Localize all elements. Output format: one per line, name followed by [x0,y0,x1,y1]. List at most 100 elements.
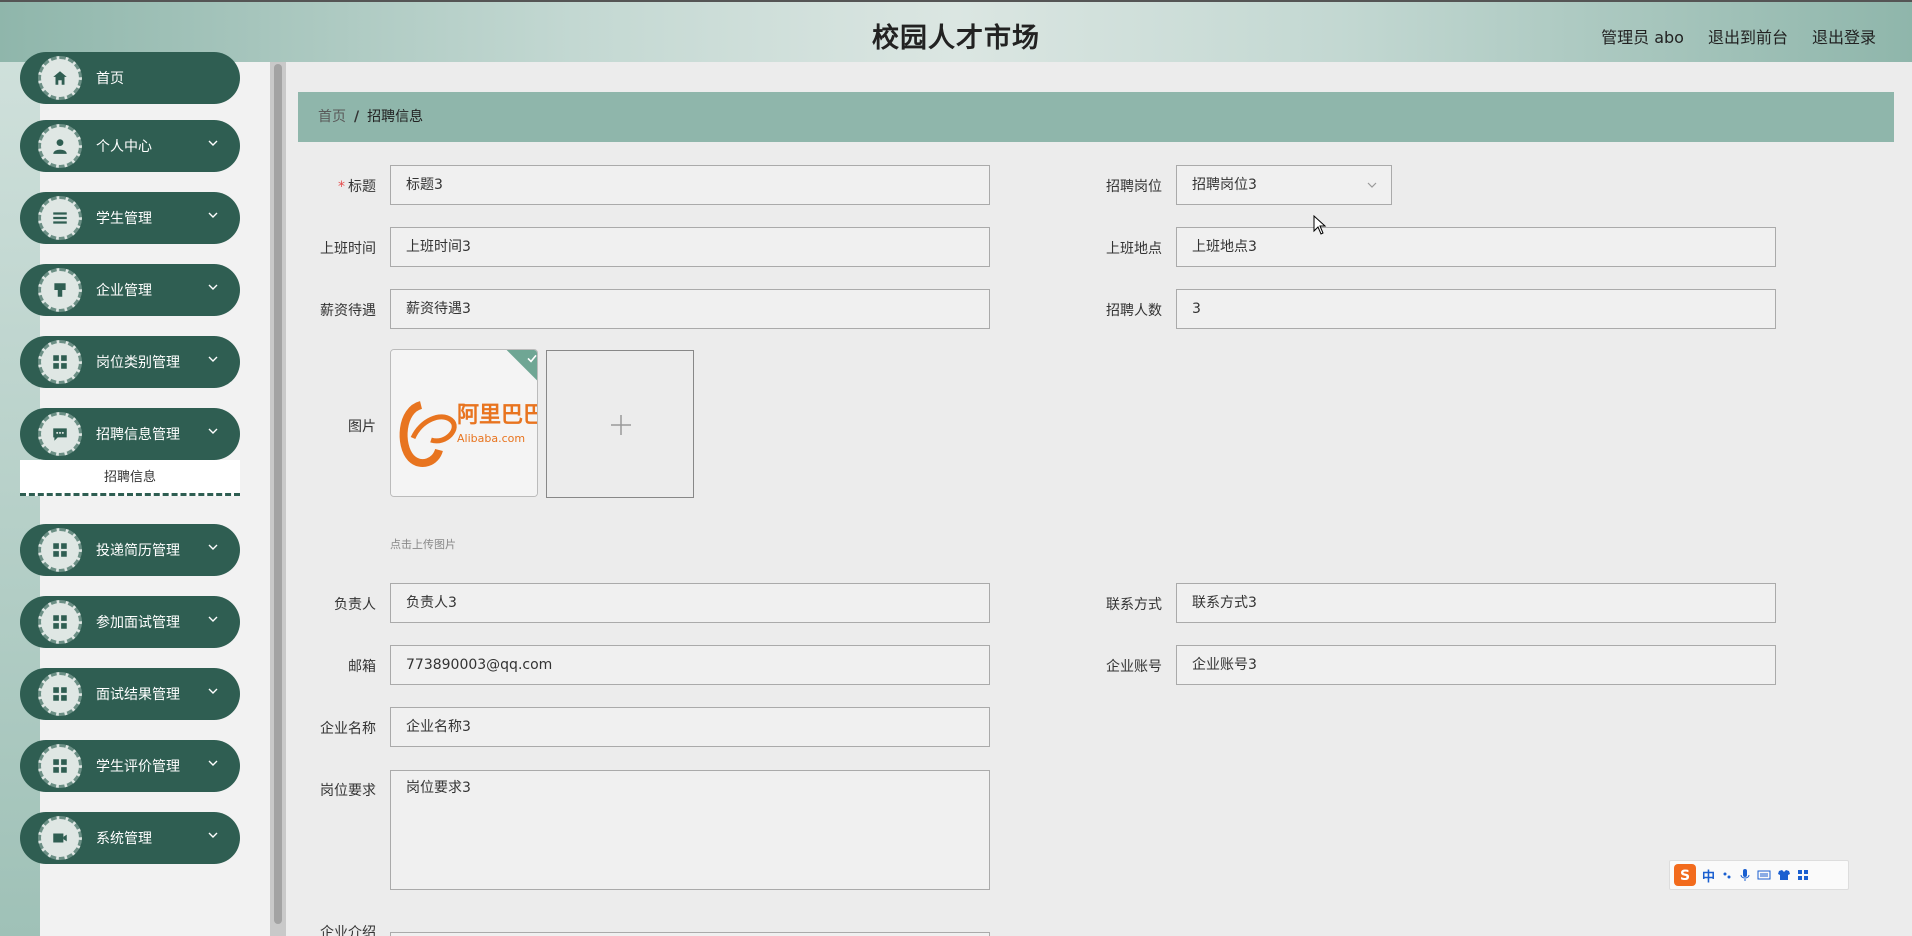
punctuation-icon[interactable] [1721,869,1733,881]
email-input[interactable]: 773890003@qq.com [390,645,990,685]
chevron-down-icon [208,616,218,622]
grid-icon [38,600,82,644]
work-time-label: 上班时间 [320,241,376,257]
intro-label: 企业介绍 [320,925,376,936]
chevron-down-icon [208,544,218,550]
sidebar-item-recruitment[interactable]: 招聘信息管理 [20,408,240,460]
ime-toolbar[interactable]: S 中 [1669,860,1849,890]
sidebar-item-interview-results[interactable]: 面试结果管理 [20,668,240,720]
plus-icon [611,415,631,435]
sidebar-item-personal-center[interactable]: 个人中心 [20,120,240,172]
sidebar-item-label: 学生评价管理 [96,759,180,775]
sidebar-item-label: 招聘信息管理 [96,427,180,443]
top-header: 校园人才市场 管理员 abo 退出到前台 退出登录 [0,0,1912,62]
alibaba-logo: 阿里巴巴 Alibaba.com [391,350,537,496]
logo-text-en: Alibaba.com [457,432,525,445]
message-icon [38,412,82,456]
breadcrumb: 首页 / 招聘信息 [298,92,1894,142]
chevron-down-icon [1367,182,1377,188]
sidebar-scrollbar-thumb[interactable] [274,64,282,924]
chevron-down-icon [208,356,218,362]
chevron-down-icon [208,212,218,218]
grid-icon [38,340,82,384]
sidebar-item-resumes[interactable]: 投递简历管理 [20,524,240,576]
manager-input[interactable]: 负责人3 [390,583,990,623]
sidebar-subitem-recruitment-info[interactable]: 招聘信息 [20,460,240,496]
contact-input[interactable]: 联系方式3 [1176,583,1776,623]
keyboard-icon[interactable] [1757,869,1771,881]
sidebar: 首页 个人中心 学生管理 企业管理 岗位类别管理 招聘信息管理 招聘信息 投递简… [0,52,270,936]
sidebar-item-companies[interactable]: 企业管理 [20,264,240,316]
sidebar-item-label: 首页 [96,71,124,87]
title-input[interactable]: 标题3 [390,165,990,205]
main-content: 首页 / 招聘信息 * 标题 标题3 招聘岗位 招聘岗位3 上班时间 上班时间3 上班… [286,62,1912,936]
check-icon [527,354,537,363]
company-account-input[interactable]: 企业账号3 [1176,645,1776,685]
email-label: 邮箱 [348,659,376,675]
list-icon [38,196,82,240]
home-icon [38,56,82,100]
salary-input[interactable]: 薪资待遇3 [390,289,990,329]
work-place-label: 上班地点 [1106,241,1162,257]
sidebar-item-label: 系统管理 [96,831,152,847]
chevron-down-icon [208,760,218,766]
sidebar-item-interviews[interactable]: 参加面试管理 [20,596,240,648]
headcount-input[interactable]: 3 [1176,289,1776,329]
contact-label: 联系方式 [1106,597,1162,613]
uploaded-image[interactable]: 阿里巴巴 Alibaba.com [390,349,538,497]
chevron-down-icon [208,832,218,838]
sidebar-item-label: 个人中心 [96,139,152,155]
upload-add-button[interactable] [546,350,694,498]
microphone-icon[interactable] [1739,868,1751,882]
position-label: 招聘岗位 [1106,179,1162,195]
back-to-front-link[interactable]: 退出到前台 [1708,24,1788,48]
sidebar-item-label: 参加面试管理 [96,615,180,631]
chevron-up-icon [208,428,218,434]
chevron-down-icon [208,688,218,694]
salary-label: 薪资待遇 [320,303,376,319]
svg-text:S: S [1680,868,1690,884]
video-icon [38,816,82,860]
work-place-input[interactable]: 上班地点3 [1176,227,1776,267]
chevron-down-icon [208,284,218,290]
title-label: * 标题 [286,176,376,196]
position-select[interactable]: 招聘岗位3 [1176,165,1392,205]
mouse-cursor-icon [1313,215,1327,235]
company-account-label: 企业账号 [1106,659,1162,675]
position-select-value: 招聘岗位3 [1192,177,1257,193]
sidebar-item-label: 岗位类别管理 [96,355,180,371]
skin-icon[interactable] [1777,869,1791,881]
required-mark: * [338,179,345,195]
breadcrumb-separator: / [354,109,360,125]
ime-mode[interactable]: 中 [1702,866,1715,885]
sidebar-item-label: 企业管理 [96,283,152,299]
sidebar-item-label: 面试结果管理 [96,687,180,703]
building-icon [38,268,82,312]
sidebar-item-home[interactable]: 首页 [20,52,240,104]
company-name-label: 企业名称 [320,721,376,737]
title-label-text: 标题 [348,179,376,195]
intro-editor[interactable] [390,932,990,936]
headcount-label: 招聘人数 [1106,303,1162,319]
sidebar-item-system[interactable]: 系统管理 [20,812,240,864]
sidebar-item-students[interactable]: 学生管理 [20,192,240,244]
sidebar-item-job-categories[interactable]: 岗位类别管理 [20,336,240,388]
sidebar-item-label: 投递简历管理 [96,543,180,559]
work-time-input[interactable]: 上班时间3 [390,227,990,267]
sogou-logo-icon: S [1674,864,1696,886]
company-name-input[interactable]: 企业名称3 [390,707,990,747]
manager-label: 负责人 [334,597,376,613]
logout-link[interactable]: 退出登录 [1812,24,1876,48]
top-links: 管理员 abo 退出到前台 退出登录 [1601,24,1876,48]
grid-icon [38,744,82,788]
grid-icon [38,528,82,572]
breadcrumb-home[interactable]: 首页 [318,109,346,125]
menu-grid-icon[interactable] [1797,869,1809,881]
sidebar-item-student-reviews[interactable]: 学生评价管理 [20,740,240,792]
upload-hint: 点击上传图片 [390,538,456,551]
grid-icon [38,672,82,716]
chevron-down-icon [208,140,218,146]
image-label: 图片 [348,419,376,435]
requirement-textarea[interactable]: 岗位要求3 [390,770,990,890]
admin-label: 管理员 abo [1601,28,1684,47]
